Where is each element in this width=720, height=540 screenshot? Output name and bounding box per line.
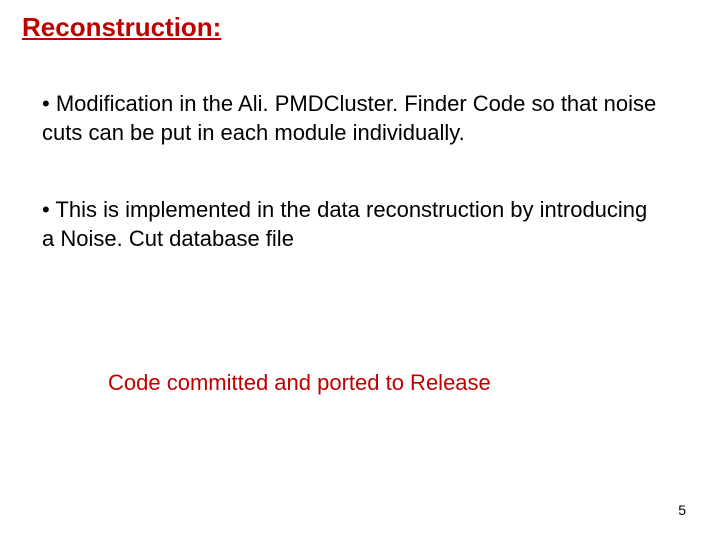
section-heading: Reconstruction: bbox=[22, 12, 221, 43]
status-line: Code committed and ported to Release bbox=[108, 370, 491, 396]
bullet-item: • This is implemented in the data recons… bbox=[42, 196, 660, 253]
slide: Reconstruction: • Modification in the Al… bbox=[0, 0, 720, 540]
page-number: 5 bbox=[678, 502, 686, 518]
bullet-item: • Modification in the Ali. PMDCluster. F… bbox=[42, 90, 702, 147]
